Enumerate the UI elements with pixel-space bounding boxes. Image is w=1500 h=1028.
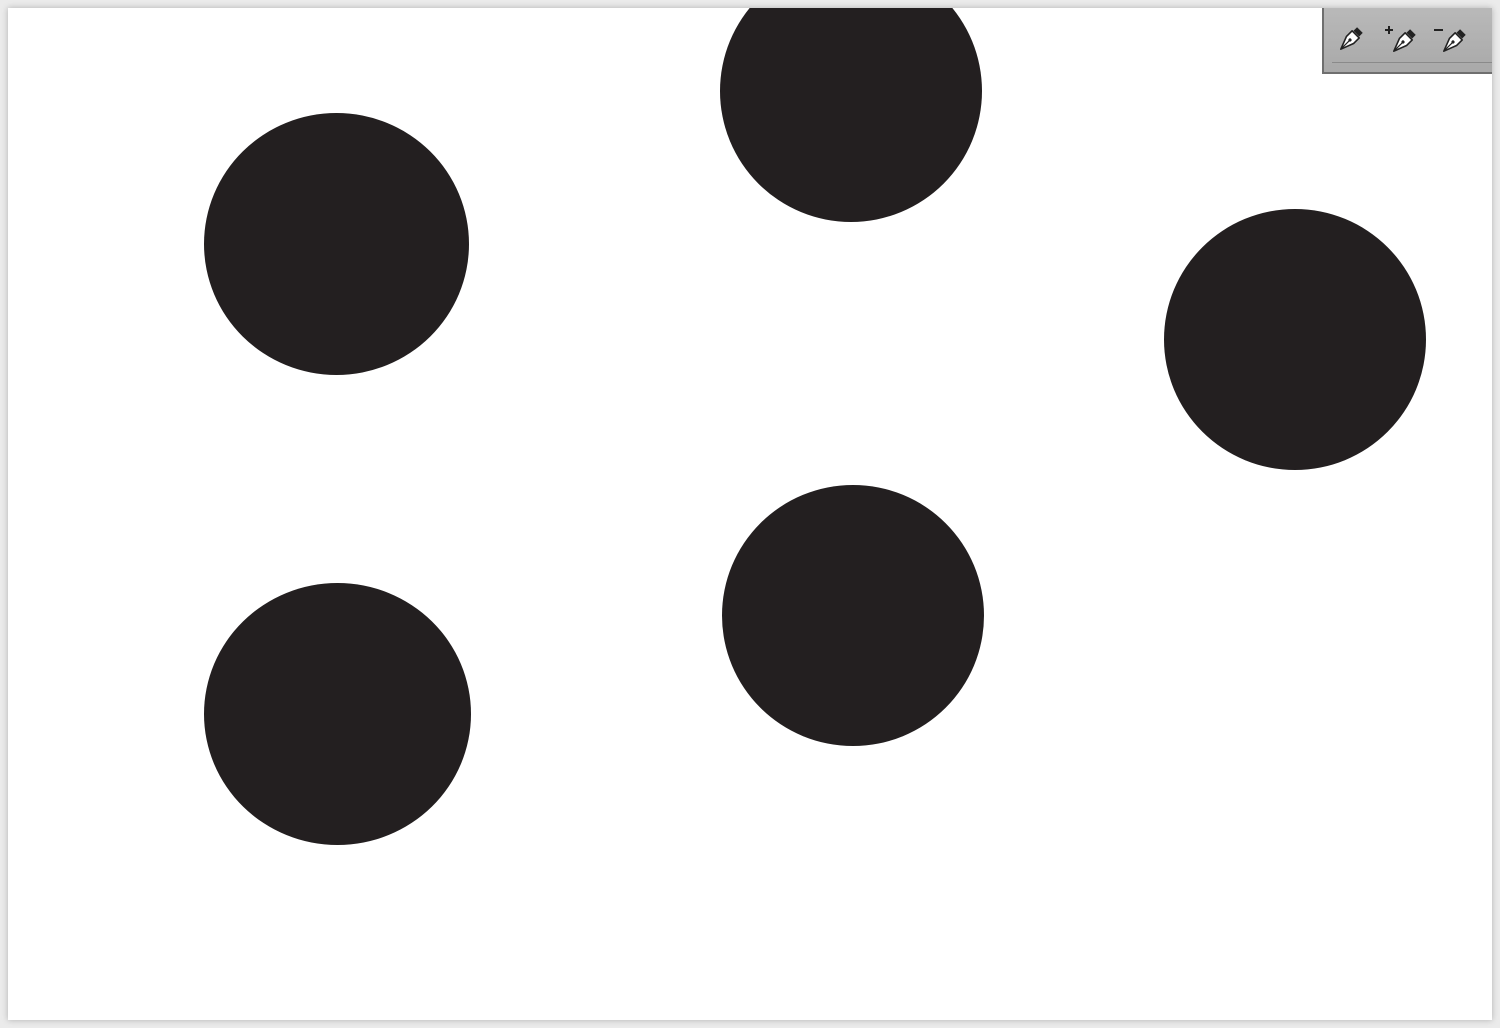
circle-shape[interactable] (720, 8, 982, 222)
add-anchor-point-button[interactable] (1382, 22, 1418, 58)
delete-anchor-point-button[interactable] (1432, 22, 1468, 58)
artboard-canvas[interactable] (8, 8, 1492, 1020)
pen-tool-icon (1340, 27, 1363, 50)
pen-tool-button[interactable] (1332, 22, 1368, 58)
pen-tools-panel (1322, 8, 1492, 74)
circle-shape[interactable] (204, 113, 469, 375)
panel-divider (1332, 62, 1492, 63)
delete-anchor-point-icon (1434, 29, 1466, 52)
document-window (8, 8, 1492, 1020)
pen-tools-row (1332, 22, 1468, 58)
circle-shape[interactable] (1164, 209, 1426, 470)
add-anchor-point-icon (1385, 26, 1416, 52)
circle-shape[interactable] (204, 583, 471, 845)
circle-shape[interactable] (722, 485, 984, 746)
